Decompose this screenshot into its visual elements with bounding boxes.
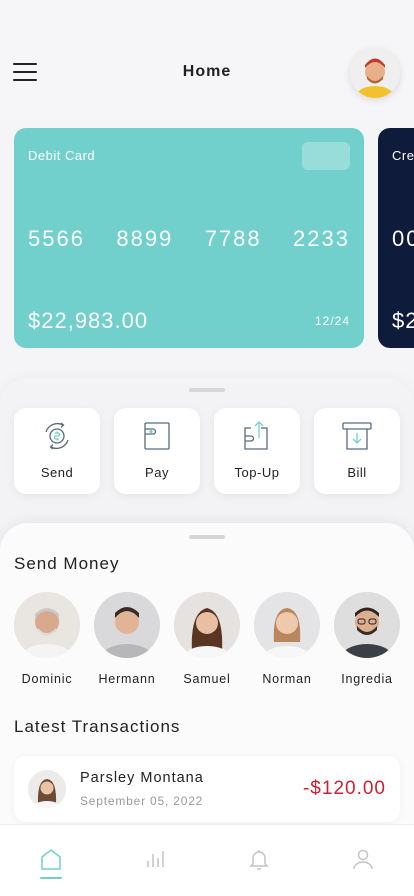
card-number: 00 (392, 226, 414, 252)
contact-name: Dominic (21, 672, 73, 686)
active-tab-indicator (40, 877, 62, 879)
transaction-avatar (28, 770, 66, 808)
contact-avatar (334, 592, 400, 658)
contact-name: Samuel (183, 672, 231, 686)
drag-handle[interactable] (189, 388, 225, 392)
card-number: 5566 8899 7788 2233 (28, 226, 350, 252)
credit-card[interactable]: Cre 00 $2 (378, 128, 414, 348)
contact-avatar (94, 592, 160, 658)
wallet-icon (144, 422, 170, 450)
bill-icon (342, 422, 372, 450)
contact-avatar (14, 592, 80, 658)
cards-carousel[interactable]: Debit Card 5566 8899 7788 2233 $22,983.0… (0, 128, 414, 348)
contact-avatar (174, 592, 240, 658)
stats-icon[interactable] (141, 845, 169, 873)
contact-item[interactable]: Hermann (92, 592, 162, 686)
user-avatar[interactable] (350, 48, 400, 98)
bill-button[interactable]: Bill (314, 408, 400, 494)
bell-icon[interactable] (245, 845, 273, 873)
home-icon[interactable] (37, 845, 65, 873)
card-type-label: Cre (392, 148, 414, 163)
card-chip-icon (302, 142, 350, 170)
transaction-amount: -$120.00 (302, 778, 386, 799)
send-money-icon (45, 422, 69, 450)
top-up-icon (244, 421, 268, 450)
action-label: Bill (347, 465, 367, 480)
send-money-title: Send Money (14, 554, 120, 573)
drag-handle[interactable] (189, 535, 225, 539)
transaction-date: September 05, 2022 (80, 794, 204, 808)
transaction-name: Parsley Montana (80, 770, 204, 786)
contact-item[interactable]: Dominic (12, 592, 82, 686)
send-button[interactable]: Send (14, 408, 100, 494)
contact-item[interactable]: Ingredia (332, 592, 402, 686)
card-number-group: 7788 (204, 226, 262, 251)
card-number-group: 2233 (293, 226, 350, 251)
transaction-row[interactable]: Parsley Montana September 05, 2022 -$120… (14, 756, 400, 822)
bottom-tab-bar (0, 824, 414, 896)
contact-name: Ingredia (341, 672, 393, 686)
contact-item[interactable]: Samuel (172, 592, 242, 686)
contact-item[interactable]: Norman (252, 592, 322, 686)
contact-avatar (254, 592, 320, 658)
app-header: Home (0, 0, 414, 120)
card-expiry: 12/24 (314, 314, 350, 328)
latest-transactions-title: Latest Transactions (14, 717, 181, 736)
pay-button[interactable]: Pay (114, 408, 200, 494)
profile-icon[interactable] (349, 845, 377, 873)
debit-card[interactable]: Debit Card 5566 8899 7788 2233 $22,983.0… (14, 128, 364, 348)
action-label: Pay (145, 465, 169, 480)
card-number-group: 00 (392, 226, 414, 251)
action-label: Send (40, 465, 74, 480)
card-type-label: Debit Card (28, 148, 96, 163)
card-balance: $2 (392, 308, 414, 333)
card-number-group: 5566 (28, 226, 85, 251)
action-label: Top-Up (234, 465, 280, 480)
contact-name: Hermann (98, 672, 156, 686)
card-balance: $22,983.00 (28, 308, 149, 333)
contact-name: Norman (262, 672, 312, 686)
top-up-button[interactable]: Top-Up (214, 408, 300, 494)
card-number-group: 8899 (116, 226, 174, 251)
